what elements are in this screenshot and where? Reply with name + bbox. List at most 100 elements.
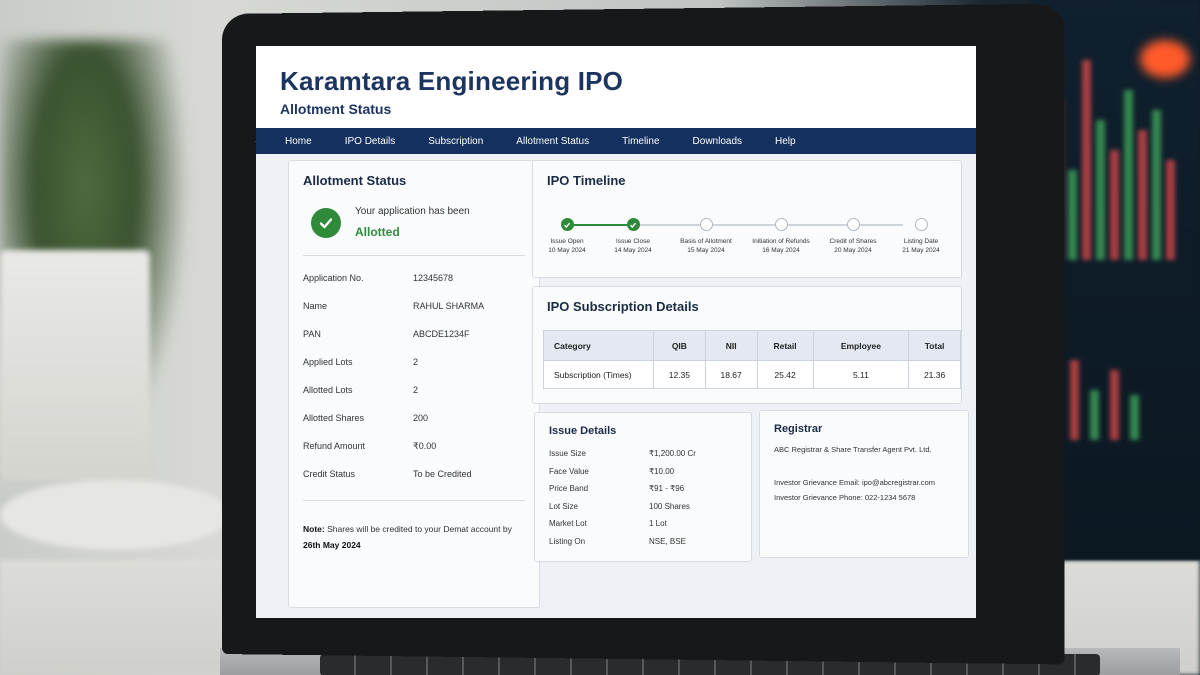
- nav-timeline[interactable]: Timeline: [622, 136, 659, 147]
- nav-ipo-details[interactable]: IPO Details: [345, 136, 396, 147]
- info-row-name: Name RAHUL SHARMA: [303, 292, 525, 320]
- issue-row: Issue Size ₹1,200.00 Cr: [549, 445, 737, 463]
- pending-dot-icon: [699, 218, 713, 231]
- table-cell: 25.42: [756, 360, 814, 389]
- table-row: Subscription (Times) 12.35 18.67 25.42 5…: [543, 360, 961, 389]
- background-light: [1140, 40, 1190, 78]
- table-header: Retail: [756, 330, 814, 361]
- info-value: ABCDE1234F: [413, 329, 470, 339]
- info-label: Applied Lots: [303, 357, 353, 367]
- timeline-step-date: 20 May 2024: [834, 247, 872, 254]
- subscription-title: IPO Subscription Details: [547, 299, 699, 314]
- nav-subscription[interactable]: Subscription: [428, 136, 483, 147]
- nav-allotment-status[interactable]: Allotment Status: [516, 136, 589, 147]
- timeline-step-date: 14 May 2024: [614, 247, 652, 254]
- page-title: Karamtara Engineering IPO: [280, 66, 624, 96]
- table-header: NII: [704, 330, 758, 361]
- info-label: Credit Status: [303, 469, 356, 479]
- timeline-step-label: Credit of Shares: [829, 238, 877, 245]
- ipo-subscription-card: IPO Subscription Details Category QIB NI…: [532, 286, 962, 404]
- check-icon: [626, 218, 640, 231]
- issue-label: Listing On: [549, 536, 586, 546]
- table-cell: 21.36: [908, 360, 961, 389]
- pending-dot-icon: [774, 218, 788, 231]
- table-header-row: Category QIB NII Retail Employee Total: [543, 330, 961, 361]
- table-header: Total: [908, 330, 961, 361]
- info-row-applied-lots: Applied Lots 2: [303, 348, 525, 376]
- timeline-step-issue-open: Issue Open 10 May 2024: [529, 218, 605, 254]
- check-circle-icon: [311, 207, 341, 238]
- page-subtitle: Allotment Status: [280, 101, 392, 117]
- timeline-step-issue-close: Issue Close 14 May 2024: [595, 218, 671, 254]
- laptop-screen: Karamtara Engineering IPO Allotment Stat…: [256, 46, 976, 618]
- main-nav: Home IPO Details Subscription Allotment …: [256, 128, 976, 154]
- allotment-result: Your application has been Allotted: [303, 206, 525, 239]
- pending-dot-icon: [914, 218, 928, 231]
- info-label: Name: [303, 301, 328, 311]
- info-value: RAHUL SHARMA: [413, 301, 485, 311]
- issue-value: ₹1,200.00 Cr: [649, 449, 696, 459]
- registrar-name: ABC Registrar & Share Transfer Agent Pvt…: [774, 445, 932, 454]
- table-header: QIB: [653, 330, 706, 361]
- issue-details-card: Issue Details Issue Size ₹1,200.00 Cr Fa…: [534, 412, 752, 562]
- pending-dot-icon: [846, 218, 860, 231]
- timeline-title: IPO Timeline: [547, 173, 626, 188]
- issue-label: Issue Size: [549, 449, 586, 459]
- nav-downloads[interactable]: Downloads: [693, 136, 742, 147]
- info-row-allotted-lots: Allotted Lots 2: [303, 376, 525, 404]
- info-row-credit-status: Credit Status To be Credited: [303, 460, 525, 488]
- timeline-step-label: Issue Open: [550, 238, 584, 245]
- issue-details-title: Issue Details: [549, 425, 617, 437]
- background-saucer: [0, 480, 230, 550]
- info-row-allotted-shares: Allotted Shares 200: [303, 404, 525, 432]
- timeline-step-date: 15 May 2024: [687, 247, 725, 254]
- issue-value: ₹91 - ₹96: [649, 484, 685, 494]
- timeline-step-label: Listing Date: [903, 238, 939, 245]
- info-row-application-no: Application No. 12345678: [303, 264, 525, 292]
- info-value: 2: [413, 385, 419, 395]
- table-cell: Subscription (Times): [543, 360, 654, 389]
- timeline-step-label: Initiation of Refunds: [752, 238, 810, 245]
- info-label: Allotted Shares: [303, 413, 365, 423]
- info-label: PAN: [303, 329, 321, 339]
- issue-label: Market Lot: [549, 519, 587, 529]
- divider: [303, 255, 525, 256]
- issue-label: Price Band: [549, 484, 589, 494]
- nav-home[interactable]: Home: [285, 136, 312, 147]
- table-header: Employee: [812, 330, 910, 361]
- registrar-phone: Investor Grievance Phone: 022-1234 5678: [774, 493, 916, 502]
- info-value: ₹0.00: [413, 440, 437, 451]
- issue-row: Market Lot 1 Lot: [549, 515, 737, 533]
- page-header: Karamtara Engineering IPO Allotment Stat…: [256, 46, 976, 128]
- table-cell: 12.35: [653, 360, 706, 389]
- nav-help[interactable]: Help: [775, 136, 796, 147]
- timeline-step-credit-of-shares: Credit of Shares 20 May 2024: [815, 218, 891, 254]
- registrar-email[interactable]: Investor Grievance Email: ipo@abcregistr…: [774, 478, 954, 487]
- issue-value: ₹10.00: [649, 466, 675, 476]
- info-row-pan: PAN ABCDE1234F: [303, 320, 525, 348]
- info-value: To be Credited: [413, 469, 472, 479]
- info-label: Refund Amount: [303, 441, 366, 451]
- issue-row: Listing On NSE, BSE: [549, 533, 737, 551]
- note-date: 26th May 2024: [303, 540, 361, 550]
- issue-row: Lot Size 100 Shares: [549, 498, 737, 516]
- timeline-step-basis-of-allotment: Basis of Allotment 15 May 2024: [668, 218, 744, 254]
- ipo-timeline-card: IPO Timeline Issue Open 10 May 2024 Issu…: [532, 160, 962, 278]
- issue-row: Price Band ₹91 - ₹96: [549, 480, 737, 498]
- issue-row: Face Value ₹10.00: [549, 463, 737, 481]
- info-value: 200: [413, 413, 429, 423]
- timeline-step-listing-date: Listing Date 21 May 2024: [883, 218, 959, 254]
- table-cell: 5.11: [812, 360, 910, 389]
- info-value: 12345678: [413, 273, 454, 283]
- allotment-status-card: Allotment Status Your application has be…: [288, 160, 540, 608]
- note-text: Shares will be credited to your Demat ac…: [327, 524, 512, 534]
- info-label: Allotted Lots: [303, 385, 353, 395]
- timeline-step-label: Basis of Allotment: [680, 238, 732, 245]
- registrar-title: Registrar: [774, 423, 823, 435]
- issue-value: 1 Lot: [649, 519, 667, 529]
- issue-value: NSE, BSE: [649, 536, 686, 546]
- registrar-card: Registrar ABC Registrar & Share Transfer…: [759, 410, 969, 558]
- timeline-step-label: Issue Close: [616, 238, 650, 245]
- background-pot: [0, 250, 150, 480]
- timeline-step-date: 10 May 2024: [548, 247, 586, 254]
